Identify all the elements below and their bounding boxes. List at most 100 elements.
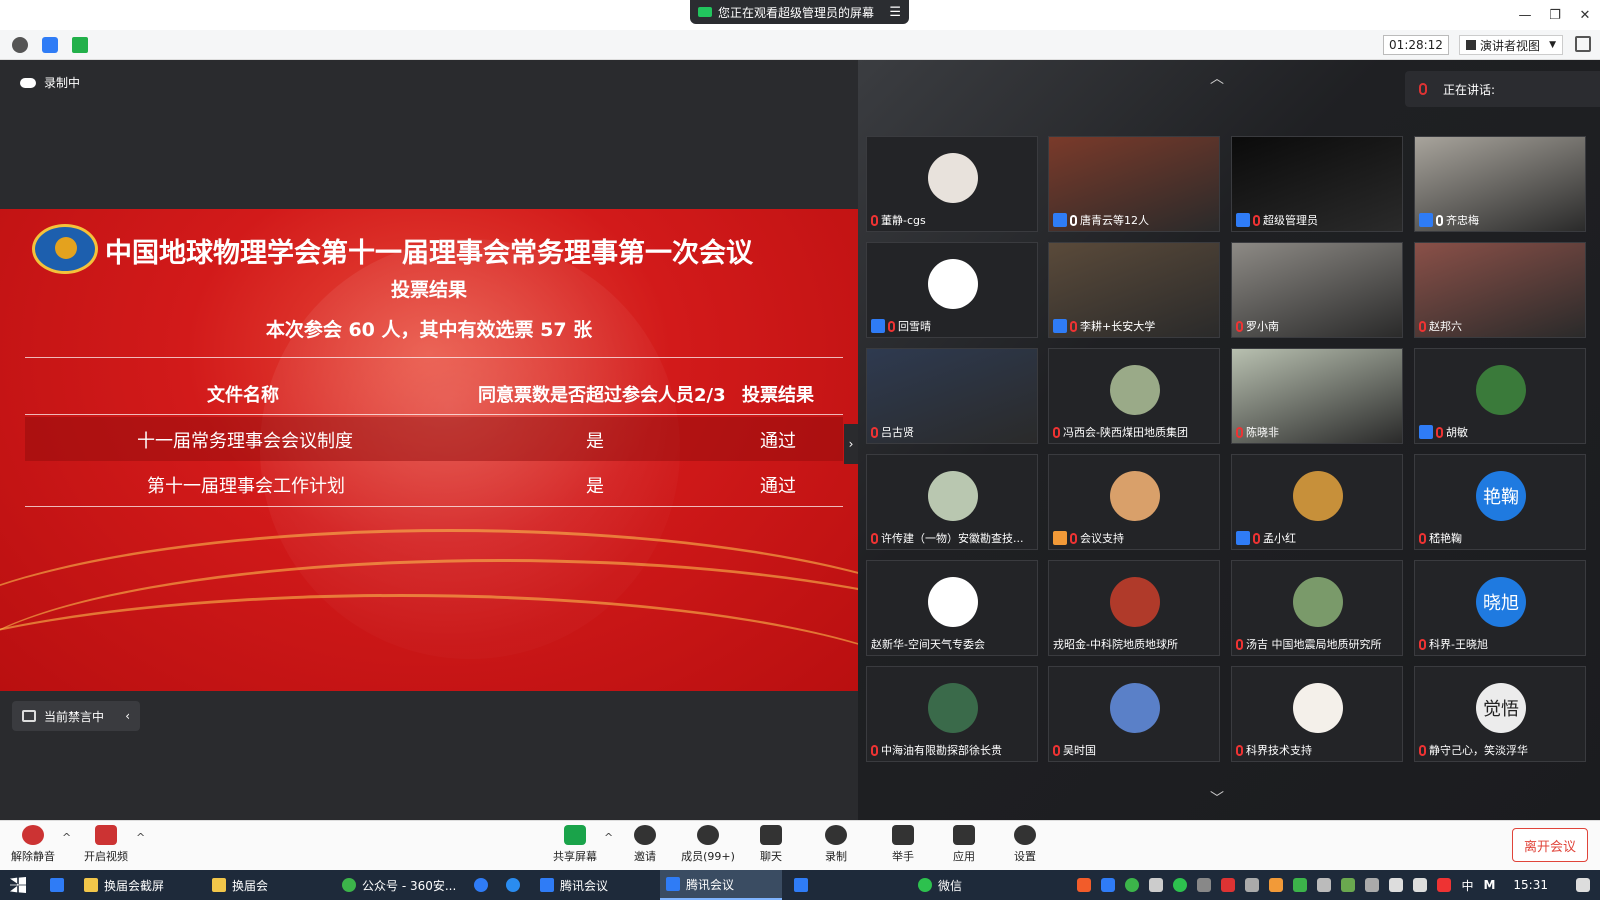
view-mode-dropdown[interactable]: 演讲者视图 ▼ [1459, 35, 1563, 55]
info-icon[interactable] [12, 37, 28, 53]
battery-icon[interactable] [1365, 878, 1380, 892]
tray-icon[interactable] [1125, 878, 1140, 892]
wechat-tray-icon[interactable] [1173, 878, 1188, 892]
participant-label: 戎昭金-中科院地质地球所 [1053, 636, 1215, 652]
participant-tile[interactable]: 觉悟 静守己心，笑淡浮华 [1414, 666, 1586, 762]
tray-icon[interactable] [1269, 878, 1284, 892]
tray-icon[interactable] [1101, 878, 1116, 892]
participant-tile[interactable]: 吕古贤 [866, 348, 1038, 444]
tray-icon[interactable] [1341, 878, 1356, 892]
raise-hand-button[interactable]: 举手 [873, 825, 933, 869]
screen-share-banner[interactable]: 您正在观看超级管理员的屏幕 ☰ [690, 0, 909, 24]
notification-icon[interactable] [1576, 878, 1590, 892]
tray-icon[interactable] [1149, 878, 1164, 892]
participant-tile[interactable]: 孟小红 [1231, 454, 1403, 550]
chevron-up-icon[interactable]: ^ [62, 831, 71, 844]
participant-tile[interactable]: 罗小南 [1231, 242, 1403, 338]
app-task[interactable] [788, 870, 816, 900]
shield-icon[interactable] [1293, 878, 1308, 892]
participant-tile[interactable]: 胡敏 [1414, 348, 1586, 444]
mic-muted-icon [1236, 744, 1243, 756]
app-task[interactable] [468, 870, 496, 900]
tray-icon[interactable] [1077, 878, 1092, 892]
security-shield-icon[interactable] [42, 37, 58, 53]
unmute-button[interactable]: 解除静音 [3, 825, 63, 869]
participant-tile[interactable]: 许传建（一物）安徽勘查技... [866, 454, 1038, 550]
tray-icon[interactable] [1197, 878, 1212, 892]
mute-notice[interactable]: 当前禁言中 ‹ [12, 701, 140, 731]
volume-icon[interactable] [1413, 878, 1428, 892]
share-screen-button[interactable]: 共享屏幕 [545, 825, 605, 869]
menu-icon[interactable]: ☰ [889, 5, 901, 20]
record-button[interactable]: 录制 [806, 825, 866, 869]
invite-button[interactable]: 邀请 [615, 825, 675, 869]
participant-tile[interactable]: 汤吉 中国地震局地质研究所 [1231, 560, 1403, 656]
tray-icon[interactable] [1437, 878, 1452, 892]
settings-button[interactable]: 设置 [995, 825, 1055, 869]
members-button[interactable]: 成员(99+) [678, 825, 738, 869]
participant-tile[interactable]: 吴时国 [1048, 666, 1220, 762]
participant-tile[interactable]: 赵新华-空间天气专委会 [866, 560, 1038, 656]
participant-name: 赵邦六 [1429, 320, 1462, 333]
participant-avatar: 晓旭 [1476, 577, 1526, 627]
scroll-up-button[interactable]: ︿ [1197, 68, 1237, 88]
fullscreen-icon[interactable] [1575, 36, 1591, 52]
meeting-toolbar [0, 30, 1600, 60]
ime-indicator[interactable]: 中 [1461, 877, 1473, 894]
participant-tile[interactable]: 艳鞠 嵇艳鞠 [1414, 454, 1586, 550]
participant-label: 董静-cgs [871, 212, 1033, 228]
tray-icon[interactable] [1245, 878, 1260, 892]
participant-tile[interactable]: 赵邦六 [1414, 242, 1586, 338]
leave-meeting-button[interactable]: 离开会议 [1512, 828, 1588, 862]
restore-button[interactable]: ❐ [1540, 0, 1570, 30]
app-icon [506, 878, 520, 892]
scroll-down-button[interactable]: ﹀ [1197, 788, 1237, 808]
participant-tile[interactable]: 冯西会-陕西煤田地质集团 [1048, 348, 1220, 444]
tray-icon[interactable] [1221, 878, 1236, 892]
participant-avatar [1293, 683, 1343, 733]
participant-tile[interactable]: 晓旭 科界-王晓旭 [1414, 560, 1586, 656]
apps-button[interactable]: 应用 [934, 825, 994, 869]
participant-tile[interactable]: 董静-cgs [866, 136, 1038, 232]
clock[interactable]: 15:31 [1513, 878, 1548, 892]
app-task[interactable] [500, 870, 528, 900]
participant-tile[interactable]: 李耕+长安大学 [1048, 242, 1220, 338]
wifi-icon[interactable] [1389, 878, 1404, 892]
participant-tile[interactable]: 超级管理员 [1231, 136, 1403, 232]
taskbar-item-label: 公众号 - 360安... [362, 878, 457, 893]
recording-label: 录制中 [44, 76, 81, 90]
raise-hand-label: 举手 [892, 850, 914, 863]
edge-browser-task[interactable] [44, 870, 72, 900]
close-button[interactable]: ✕ [1570, 0, 1600, 30]
windows-start-icon[interactable] [10, 877, 26, 893]
participant-tile[interactable]: 会议支持 [1048, 454, 1220, 550]
participant-name: 孟小红 [1263, 532, 1296, 545]
participant-name: 李耕+长安大学 [1080, 320, 1156, 333]
taskbar-item[interactable]: 公众号 - 360安... [336, 870, 458, 900]
user-icon [1053, 319, 1067, 333]
taskbar-item[interactable]: 微信 [912, 870, 1034, 900]
participant-tile[interactable]: 科界技术支持 [1231, 666, 1403, 762]
participant-tile[interactable]: 中海油有限勘探部徐长贵 [866, 666, 1038, 762]
participant-tile[interactable]: 戎昭金-中科院地质地球所 [1048, 560, 1220, 656]
chevron-up-icon[interactable]: ^ [604, 831, 613, 844]
participant-tile[interactable]: 齐忠梅 [1414, 136, 1586, 232]
participant-avatar [1110, 683, 1160, 733]
banner-text: 您正在观看超级管理员的屏幕 [718, 5, 875, 20]
taskbar-item-active[interactable]: 腾讯会议 [660, 870, 782, 900]
ime-mode-icon[interactable]: M [1483, 878, 1495, 892]
network-signal-icon[interactable] [72, 37, 88, 53]
collapse-panel-button[interactable]: › [844, 424, 858, 464]
taskbar-item[interactable]: 换届会 [206, 870, 328, 900]
tray-icon[interactable] [1317, 878, 1332, 892]
chevron-up-icon[interactable]: ^ [136, 831, 145, 844]
chat-button[interactable]: 聊天 [741, 825, 801, 869]
taskbar-item[interactable]: 腾讯会议 [534, 870, 656, 900]
participant-tile[interactable]: 唐青云等12人 [1048, 136, 1220, 232]
participant-label: 中海油有限勘探部徐长贵 [871, 742, 1033, 758]
start-video-button[interactable]: 开启视频 [76, 825, 136, 869]
minimize-button[interactable]: — [1510, 0, 1540, 30]
taskbar-item[interactable]: 换届会截屏 [78, 870, 200, 900]
participant-tile[interactable]: 回雪晴 [866, 242, 1038, 338]
participant-tile[interactable]: 陈晓非 [1231, 348, 1403, 444]
